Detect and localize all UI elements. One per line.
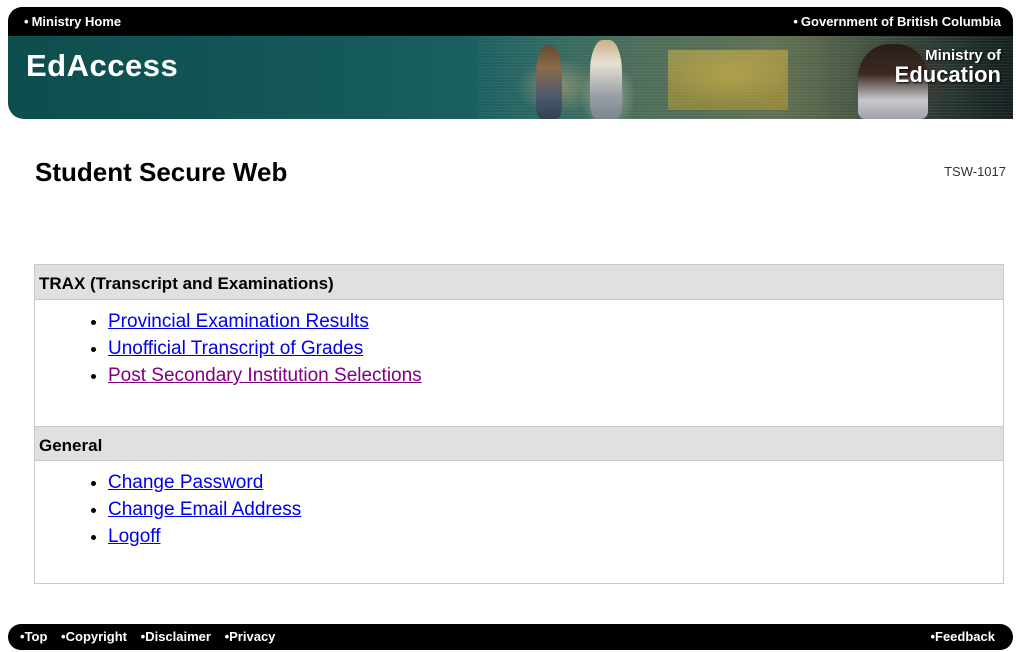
logoff-link[interactable]: Logoff [108,526,160,547]
bullet-icon: • [793,14,798,29]
edaccess-brand: EdAccess [26,48,179,83]
footer-feedback-link[interactable]: •Feedback [930,624,995,650]
top-nav-bar: • Ministry Home • Government of British Co… [8,7,1013,36]
student-figure-image [536,46,562,119]
list-item: Provincial Examination Results [108,308,1003,335]
footer-disclaimer-label: Disclaimer [145,629,211,644]
ministry-logo-line2: Education [894,62,1001,87]
screen-id: TSW-1017 [944,164,1006,179]
government-bc-link[interactable]: • Government of British Columbia [793,7,1001,36]
footer-copyright-label: Copyright [65,629,127,644]
footer-disclaimer-link[interactable]: •Disclaimer [141,629,211,644]
list-item: Logoff [108,523,1003,550]
footer-privacy-link[interactable]: •Privacy [225,629,276,644]
ministry-home-link[interactable]: • Ministry Home [24,7,121,36]
site-footer: •Top •Copyright •Disclaimer •Privacy •Fe… [8,624,1013,650]
post-secondary-selections-link[interactable]: Post Secondary Institution Selections [108,365,422,386]
ministry-home-label: Ministry Home [31,14,122,29]
header-banner: EdAccess Ministry of Education [8,36,1013,119]
change-email-link[interactable]: Change Email Address [108,499,301,520]
list-item: Change Password [108,469,1003,496]
site-header: • Ministry Home • Government of British Co… [8,7,1013,119]
footer-copyright-link[interactable]: •Copyright [61,629,127,644]
footer-links: •Top •Copyright •Disclaimer •Privacy [20,624,285,650]
government-bc-label: Government of British Columbia [800,14,1001,29]
footer-privacy-label: Privacy [229,629,276,644]
list-item: Post Secondary Institution Selections [108,362,1003,389]
school-bus-image [668,50,788,110]
section-body-trax: Provincial Examination Results Unofficia… [35,300,1003,426]
bullet-icon: • [24,14,29,29]
footer-feedback-label: Feedback [935,629,995,644]
section-body-general: Change Password Change Email Address Log… [35,461,1003,583]
list-item: Change Email Address [108,496,1003,523]
menu-table: TRAX (Transcript and Examinations) Provi… [34,264,1004,584]
section-header-trax: TRAX (Transcript and Examinations) [35,265,1003,300]
section-header-general: General [35,426,1003,461]
page-title: Student Secure Web [35,157,288,187]
change-password-link[interactable]: Change Password [108,472,263,493]
footer-top-label: Top [24,629,48,644]
student-figure-image [590,40,622,119]
unofficial-transcript-link[interactable]: Unofficial Transcript of Grades [108,338,363,359]
ministry-logo-line1: Ministry of [925,47,1001,64]
footer-top-link[interactable]: •Top [20,629,47,644]
ministry-of-education-logo: Ministry of Education [895,48,1001,86]
list-item: Unofficial Transcript of Grades [108,335,1003,362]
trax-link-list: Provincial Examination Results Unofficia… [35,300,1003,389]
general-link-list: Change Password Change Email Address Log… [35,461,1003,550]
provincial-exam-results-link[interactable]: Provincial Examination Results [108,311,369,332]
